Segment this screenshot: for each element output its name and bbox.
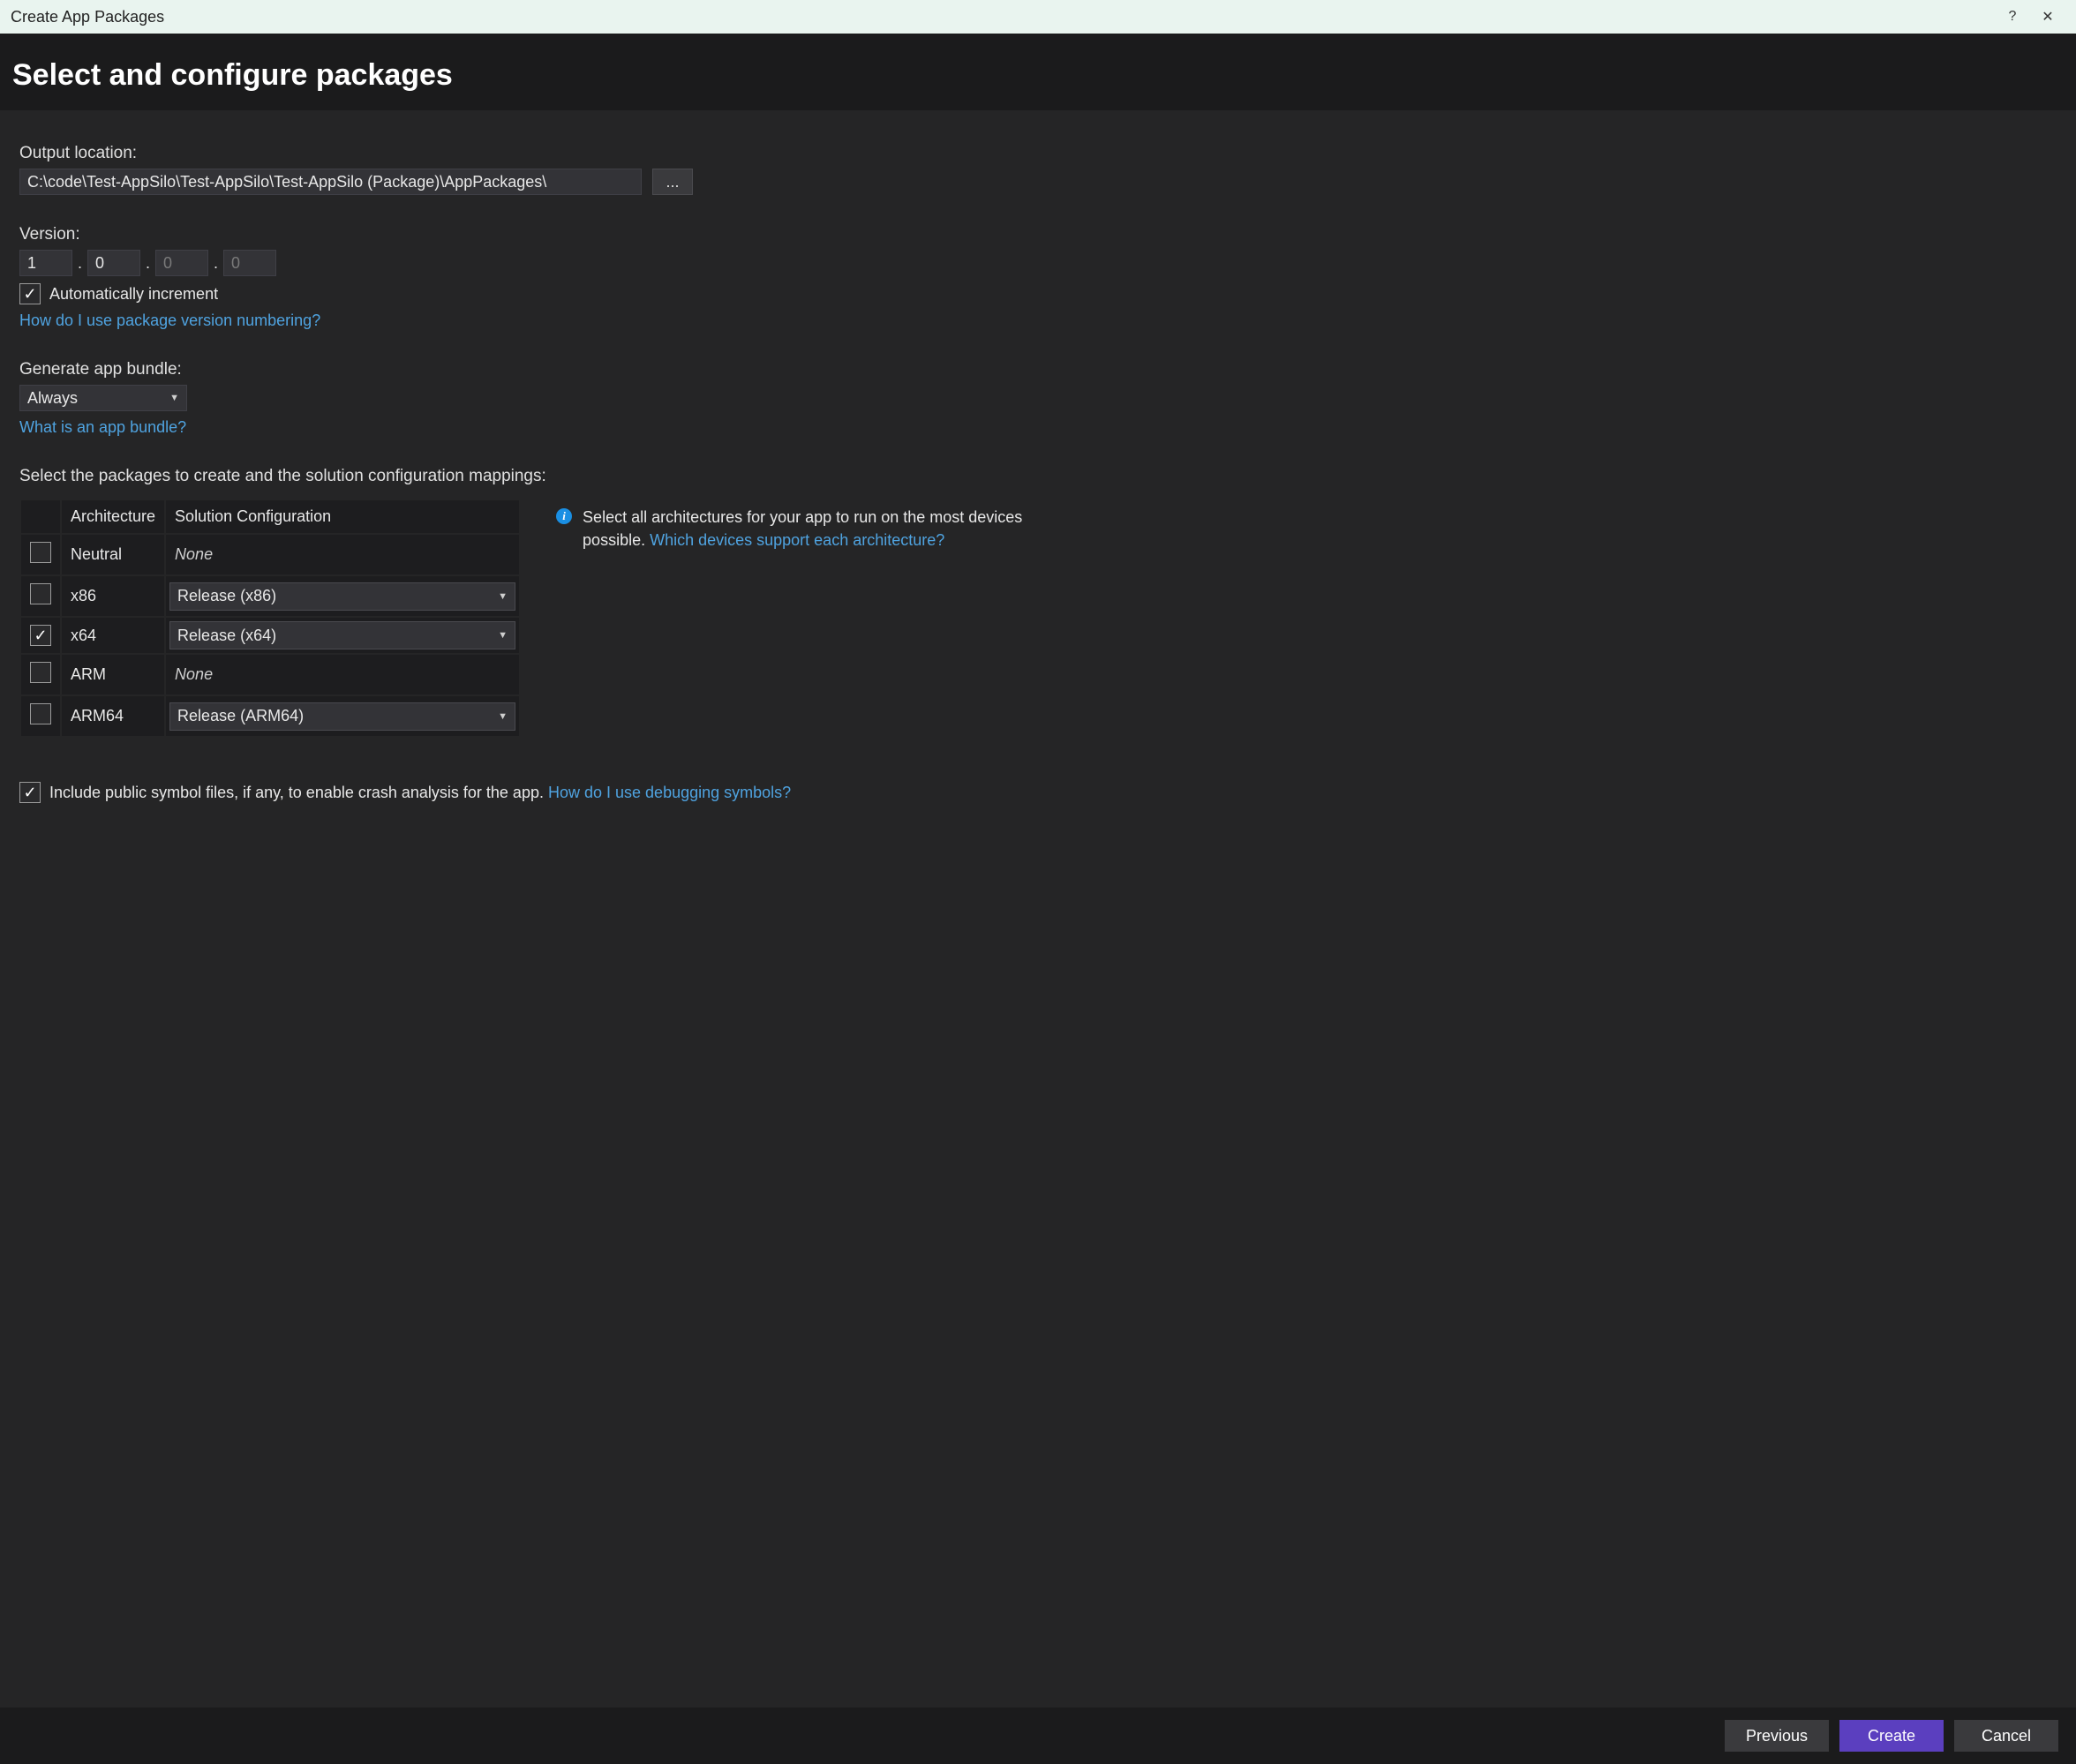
table-row: x86 Release (x86) ▼ xyxy=(21,576,519,616)
window-title: Create App Packages xyxy=(11,8,1995,26)
output-location-label: Output location: xyxy=(19,144,2057,163)
chevron-down-icon: ▼ xyxy=(498,630,508,641)
packages-info: i Select all architectures for your app … xyxy=(556,499,1050,552)
packages-table: Architecture Solution Configuration Neut… xyxy=(19,499,521,738)
bundle-help-link[interactable]: What is an app bundle? xyxy=(19,418,186,436)
packages-header-configuration: Solution Configuration xyxy=(166,500,519,533)
symbols-link[interactable]: How do I use debugging symbols? xyxy=(548,784,791,801)
package-config-none: None xyxy=(166,535,519,574)
previous-button[interactable]: Previous xyxy=(1725,1720,1829,1752)
chevron-down-icon: ▼ xyxy=(498,711,508,722)
auto-increment-checkbox[interactable] xyxy=(19,283,41,304)
symbols-checkbox[interactable] xyxy=(19,782,41,803)
version-dot: . xyxy=(144,254,152,273)
version-revision-input xyxy=(223,250,276,276)
chevron-down-icon: ▼ xyxy=(498,591,508,602)
package-config-value: Release (ARM64) xyxy=(177,707,304,725)
package-config-select-x86[interactable]: Release (x86) ▼ xyxy=(169,582,515,611)
packages-label: Select the packages to create and the so… xyxy=(19,467,2057,486)
packages-header-architecture: Architecture xyxy=(62,500,164,533)
version-dot: . xyxy=(76,254,84,273)
package-checkbox-arm64[interactable] xyxy=(30,703,51,724)
content: Output location: ... Version: . . . Auto… xyxy=(0,110,2076,1708)
package-arch-label: x86 xyxy=(62,576,164,616)
titlebar: Create App Packages ? ✕ xyxy=(0,0,2076,34)
table-row: ARMNone xyxy=(21,655,519,694)
chevron-down-icon: ▼ xyxy=(169,393,179,403)
header: Select and configure packages xyxy=(0,34,2076,110)
bundle-select[interactable]: Always ▼ xyxy=(19,385,187,411)
package-config-value: Release (x64) xyxy=(177,627,276,645)
version-help-link[interactable]: How do I use package version numbering? xyxy=(19,312,320,329)
page-title: Select and configure packages xyxy=(12,58,2058,93)
info-icon: i xyxy=(556,508,572,524)
package-checkbox-arm[interactable] xyxy=(30,662,51,683)
table-row: NeutralNone xyxy=(21,535,519,574)
package-config-value: Release (x86) xyxy=(177,587,276,605)
package-checkbox-x64[interactable] xyxy=(30,625,51,646)
auto-increment-label: Automatically increment xyxy=(49,285,218,304)
package-config-select-x64[interactable]: Release (x64) ▼ xyxy=(169,621,515,649)
package-checkbox-neutral[interactable] xyxy=(30,542,51,563)
output-location-input[interactable] xyxy=(19,169,642,195)
create-button[interactable]: Create xyxy=(1839,1720,1944,1752)
version-dot: . xyxy=(212,254,220,273)
package-checkbox-x86[interactable] xyxy=(30,583,51,604)
package-arch-label: ARM xyxy=(62,655,164,694)
symbols-label: Include public symbol files, if any, to … xyxy=(49,784,548,801)
help-icon[interactable]: ? xyxy=(1995,9,2030,25)
version-label: Version: xyxy=(19,225,2057,244)
table-row: x64 Release (x64) ▼ xyxy=(21,618,519,653)
footer: Previous Create Cancel xyxy=(0,1708,2076,1764)
bundle-select-value: Always xyxy=(27,389,78,408)
version-build-input xyxy=(155,250,208,276)
table-row: ARM64 Release (ARM64) ▼ xyxy=(21,696,519,736)
close-icon[interactable]: ✕ xyxy=(2030,8,2065,26)
package-config-select-arm64[interactable]: Release (ARM64) ▼ xyxy=(169,702,515,731)
version-major-input[interactable] xyxy=(19,250,72,276)
cancel-button[interactable]: Cancel xyxy=(1954,1720,2058,1752)
browse-button[interactable]: ... xyxy=(652,169,693,195)
package-config-none: None xyxy=(166,655,519,694)
package-arch-label: ARM64 xyxy=(62,696,164,736)
package-arch-label: x64 xyxy=(62,618,164,653)
packages-header-checkbox xyxy=(21,500,60,533)
packages-info-link[interactable]: Which devices support each architecture? xyxy=(650,531,944,549)
version-minor-input[interactable] xyxy=(87,250,140,276)
bundle-label: Generate app bundle: xyxy=(19,360,2057,379)
package-arch-label: Neutral xyxy=(62,535,164,574)
